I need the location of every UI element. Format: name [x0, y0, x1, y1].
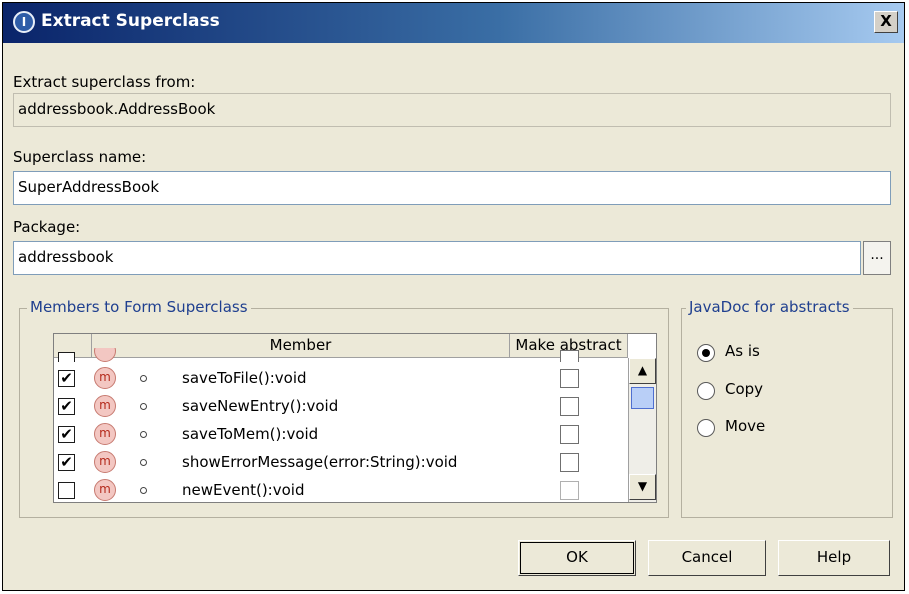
method-icon: m [94, 367, 116, 389]
window-title: Extract Superclass [41, 11, 220, 31]
visibility-icon [140, 487, 147, 494]
extract-from-field: addressbook.AddressBook [13, 93, 891, 127]
table-row[interactable]: m newEvent():void [54, 476, 628, 502]
title-bar[interactable]: I Extract Superclass X [3, 3, 904, 43]
scroll-thumb[interactable] [631, 387, 654, 409]
package-input[interactable]: addressbook [13, 241, 861, 275]
method-icon: m [94, 423, 116, 445]
extract-superclass-dialog: I Extract Superclass X Extract superclas… [2, 2, 905, 591]
method-icon: m [94, 395, 116, 417]
ok-button[interactable]: OK [518, 540, 636, 576]
members-scrollbar[interactable]: ▲ ▼ [628, 358, 656, 502]
include-checkbox[interactable] [58, 482, 75, 499]
javadoc-group [681, 308, 893, 518]
table-row[interactable] [54, 348, 628, 362]
visibility-icon [140, 459, 147, 466]
superclass-name-input[interactable]: SuperAddressBook [13, 171, 891, 205]
member-name: saveToFile():void [182, 369, 307, 387]
include-checkbox[interactable]: ✔ [58, 370, 75, 387]
javadoc-group-label: JavaDoc for abstracts [686, 298, 853, 316]
members-table: Member Make abstract ✔ m saveToFile():vo… [53, 333, 657, 503]
include-checkbox[interactable] [58, 352, 75, 362]
scroll-up-button[interactable]: ▲ [629, 358, 656, 384]
radio-as-is[interactable] [697, 344, 715, 362]
table-row[interactable]: ✔ m saveNewEntry():void [54, 392, 628, 420]
extract-from-label: Extract superclass from: [13, 73, 196, 91]
radio-selected-dot [702, 349, 710, 357]
visibility-icon [140, 403, 147, 410]
include-checkbox[interactable]: ✔ [58, 426, 75, 443]
members-group-label: Members to Form Superclass [27, 298, 251, 316]
help-button[interactable]: Help [778, 540, 890, 576]
package-label: Package: [13, 218, 81, 236]
make-abstract-checkbox[interactable] [560, 481, 579, 500]
include-checkbox[interactable]: ✔ [58, 454, 75, 471]
include-checkbox[interactable]: ✔ [58, 398, 75, 415]
method-icon: m [94, 451, 116, 473]
cancel-button[interactable]: Cancel [648, 540, 766, 576]
intellij-icon: I [13, 11, 35, 33]
radio-move[interactable] [697, 419, 715, 437]
make-abstract-checkbox[interactable] [560, 453, 579, 472]
make-abstract-checkbox[interactable] [560, 397, 579, 416]
radio-copy[interactable] [697, 382, 715, 400]
visibility-icon [140, 375, 147, 382]
radio-copy-label[interactable]: Copy [725, 380, 763, 398]
make-abstract-checkbox[interactable] [560, 425, 579, 444]
make-abstract-checkbox[interactable] [560, 369, 579, 388]
member-name: showErrorMessage(error:String):void [182, 453, 458, 471]
close-button[interactable]: X [874, 11, 898, 33]
make-abstract-checkbox[interactable] [560, 350, 579, 362]
method-icon: m [94, 479, 116, 501]
table-row[interactable]: ✔ m saveToFile():void [54, 364, 628, 392]
member-name: newEvent():void [182, 481, 305, 499]
visibility-icon [140, 431, 147, 438]
member-name: saveToMem():void [182, 425, 319, 443]
superclass-name-label: Superclass name: [13, 148, 147, 166]
radio-as-is-label[interactable]: As is [725, 342, 760, 360]
table-row[interactable]: ✔ m showErrorMessage(error:String):void [54, 448, 628, 476]
table-row[interactable]: ✔ m saveToMem():void [54, 420, 628, 448]
method-icon [94, 348, 116, 362]
browse-package-button[interactable]: ... [863, 241, 891, 275]
member-name: saveNewEntry():void [182, 397, 339, 415]
radio-move-label[interactable]: Move [725, 417, 765, 435]
scroll-down-button[interactable]: ▼ [629, 474, 656, 500]
